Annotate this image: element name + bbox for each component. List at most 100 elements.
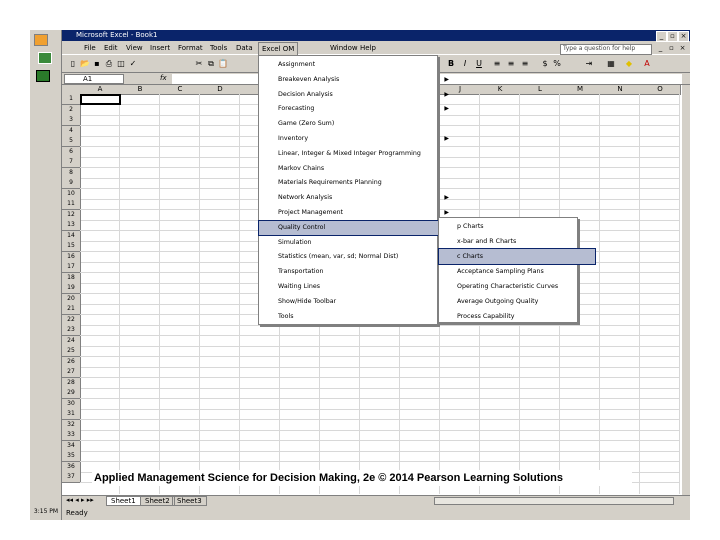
row-header[interactable]: 22 xyxy=(62,314,81,326)
tab-sheet3[interactable]: Sheet3 xyxy=(172,496,207,506)
row-header[interactable]: 14 xyxy=(62,230,81,242)
row-header[interactable]: 32 xyxy=(62,419,81,431)
open-icon[interactable]: 📂 xyxy=(80,59,90,69)
row-header[interactable]: 20 xyxy=(62,293,81,305)
submenu-item[interactable]: Acceptance Sampling Plans xyxy=(439,264,595,279)
print-icon[interactable]: ⎙ xyxy=(104,59,114,69)
row-header[interactable]: 7 xyxy=(62,157,81,168)
row-header[interactable]: 26 xyxy=(62,356,81,368)
column-header[interactable]: M xyxy=(560,85,601,95)
menu-item[interactable]: Assignment xyxy=(259,58,456,72)
currency-icon[interactable]: $ xyxy=(540,59,550,69)
row-header[interactable]: 29 xyxy=(62,388,81,399)
row-header[interactable]: 33 xyxy=(62,430,81,441)
minimize-button[interactable]: _ xyxy=(656,31,667,42)
row-header[interactable]: 4 xyxy=(62,125,81,137)
column-header[interactable]: C xyxy=(160,85,201,95)
menu-excel-om[interactable]: Excel OM xyxy=(258,42,299,56)
row-header[interactable]: 24 xyxy=(62,335,81,347)
row-header[interactable]: 23 xyxy=(62,325,81,336)
menu-item[interactable]: Network Analysis ▶ xyxy=(259,191,456,205)
row-header[interactable]: 3 xyxy=(62,115,81,126)
row-header[interactable]: 5 xyxy=(62,136,81,147)
row-header[interactable]: 27 xyxy=(62,367,81,378)
row-header[interactable]: 17 xyxy=(62,262,81,273)
menu-item[interactable]: Show/Hide Toolbar xyxy=(259,295,456,309)
menu-item[interactable]: Materials Requirements Planning xyxy=(259,176,456,190)
submenu-item[interactable]: Operating Characteristic Curves xyxy=(439,279,595,294)
percent-icon[interactable]: % xyxy=(552,59,562,69)
spell-icon[interactable]: ✓ xyxy=(128,59,138,69)
submenu-item[interactable]: Average Outgoing Quality xyxy=(439,294,595,309)
align-left-icon[interactable]: ≡ xyxy=(492,59,502,69)
font-color-icon[interactable]: A xyxy=(642,59,652,69)
tab-sheet1[interactable]: Sheet1 xyxy=(106,496,141,506)
row-header[interactable]: 13 xyxy=(62,220,81,231)
align-right-icon[interactable]: ≡ xyxy=(520,59,530,69)
submenu-item[interactable]: Process Capability xyxy=(439,309,595,324)
menu-item[interactable]: Project Management ▶ xyxy=(259,206,456,220)
menu-item[interactable]: Game (Zero Sum) xyxy=(259,117,456,131)
row-header[interactable]: 37 xyxy=(62,472,81,483)
row-header[interactable]: 30 xyxy=(62,398,81,410)
row-header[interactable]: 36 xyxy=(62,461,81,473)
row-header[interactable]: 6 xyxy=(62,146,81,158)
menu-item[interactable]: Markov Chains xyxy=(259,162,456,176)
row-header[interactable]: 11 xyxy=(62,199,81,210)
menu-item[interactable]: Transportation xyxy=(259,265,456,279)
indent-icon[interactable]: ⇥ xyxy=(584,59,594,69)
align-center-icon[interactable]: ≡ xyxy=(506,59,516,69)
borders-icon[interactable]: ▦ xyxy=(606,59,616,69)
name-box[interactable]: A1 xyxy=(64,74,124,84)
menu-tools[interactable]: Tools xyxy=(210,44,227,52)
italic-icon[interactable]: I xyxy=(460,59,470,69)
fill-color-icon[interactable]: ◆ xyxy=(624,59,634,69)
row-header[interactable]: 35 xyxy=(62,451,81,462)
submenu-item[interactable]: x-bar and R Charts xyxy=(439,234,595,249)
maximize-button[interactable]: ▫ xyxy=(667,31,678,42)
start-icon[interactable] xyxy=(34,34,48,46)
doc-restore-button[interactable]: ▫ xyxy=(667,44,676,53)
row-header[interactable]: 2 xyxy=(62,104,81,116)
row-header[interactable]: 28 xyxy=(62,377,81,389)
menu-edit[interactable]: Edit xyxy=(104,44,118,52)
row-header[interactable]: 31 xyxy=(62,409,81,420)
column-header[interactable]: B xyxy=(120,85,161,95)
copy-icon[interactable]: ⧉ xyxy=(206,59,216,69)
preview-icon[interactable]: ◫ xyxy=(116,59,126,69)
menu-file[interactable]: File xyxy=(84,44,96,52)
row-header[interactable]: 21 xyxy=(62,304,81,315)
menu-item[interactable]: Decision Analysis ▶ xyxy=(259,88,456,102)
active-cell[interactable] xyxy=(80,94,121,105)
help-search-input[interactable]: Type a question for help xyxy=(560,44,652,55)
row-header[interactable]: 34 xyxy=(62,440,81,452)
row-header[interactable]: 25 xyxy=(62,346,81,357)
tab-sheet2[interactable]: Sheet2 xyxy=(140,496,175,506)
doc-close-button[interactable]: × xyxy=(678,44,687,53)
menu-item[interactable]: Forecasting ▶ xyxy=(259,102,456,116)
menu-item[interactable]: Simulation xyxy=(259,236,456,250)
tab-scroll-icon[interactable]: ◂◂ ◂ ▸ ▸▸ xyxy=(66,496,94,504)
menu-item[interactable]: Statistics (mean, var, sd; Normal Dist)▶ xyxy=(259,250,456,264)
column-header[interactable]: K xyxy=(480,85,521,95)
menu-help[interactable]: Help xyxy=(360,44,376,52)
new-icon[interactable]: ▯ xyxy=(68,59,78,69)
menu-item[interactable]: Linear, Integer & Mixed Integer Programm… xyxy=(259,147,456,161)
menu-window[interactable]: Window xyxy=(330,44,358,52)
row-header[interactable]: 8 xyxy=(62,167,81,179)
row-header[interactable]: 1 xyxy=(62,94,81,105)
menu-insert[interactable]: Insert xyxy=(150,44,170,52)
row-header[interactable]: 10 xyxy=(62,188,81,200)
menu-data[interactable]: Data xyxy=(236,44,253,52)
row-header[interactable]: 9 xyxy=(62,178,81,189)
menu-item[interactable]: Quality Control▶ xyxy=(258,219,457,236)
row-header[interactable]: 12 xyxy=(62,209,81,221)
submenu-item[interactable]: c Charts xyxy=(438,248,596,265)
close-button[interactable]: × xyxy=(678,31,689,42)
column-header[interactable]: D xyxy=(200,85,241,95)
submenu-item[interactable]: p Charts xyxy=(439,219,595,234)
save-icon[interactable]: ▪ xyxy=(92,59,102,69)
cut-icon[interactable]: ✂ xyxy=(194,59,204,69)
doc-minimize-button[interactable]: _ xyxy=(656,44,665,53)
underline-icon[interactable]: U xyxy=(474,59,484,69)
